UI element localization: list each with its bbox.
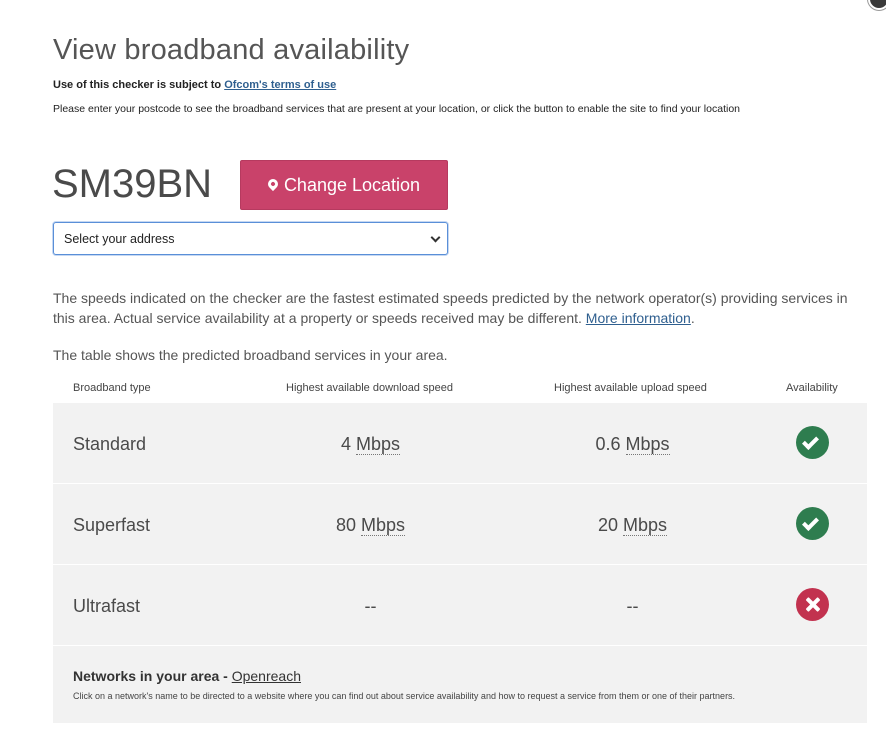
networks-section: Networks in your area - Openreach Click … [53,646,867,723]
window-corner-icon [868,0,886,10]
header-broadband-type: Broadband type [73,382,151,394]
networks-note: Click on a network's name to be directed… [73,691,736,701]
speed-disclaimer: The speeds indicated on the checker are … [53,290,848,326]
download-value: 4 [340,434,351,454]
check-circle-icon [796,426,829,459]
map-marker-icon [265,176,281,192]
table-row: Standard 4 Mbps 0.6 Mbps [53,403,867,484]
networks-heading: Networks in your area - Openreach [73,668,301,684]
networks-label: Networks in your area - [73,668,228,684]
header-upload-speed: Highest available upload speed [554,382,707,394]
upload-speed: -- [626,596,639,616]
terms-notice: Use of this checker is subject to Ofcom'… [53,79,336,91]
terms-prefix: Use of this checker is subject to [53,79,222,91]
upload-value: 20 [597,515,618,535]
header-download-speed: Highest available download speed [286,382,453,394]
download-unit: Mbps [356,434,401,455]
terms-link[interactable]: Ofcom's terms of use [224,79,336,91]
openreach-link[interactable]: Openreach [232,668,301,684]
download-value: 80 [335,515,356,535]
broadband-type: Standard [73,434,147,454]
cross-circle-icon [796,588,829,621]
postcode-display: SM39BN [52,162,213,206]
broadband-type: Ultrafast [73,596,141,616]
upload-value: 0.6 [595,434,621,454]
intro-text: Please enter your postcode to see the br… [53,103,741,115]
download-speed: -- [364,596,377,616]
download-speed: 4 Mbps [273,434,468,455]
table-row: Superfast 80 Mbps 20 Mbps [53,484,867,565]
page-title: View broadband availability [53,34,410,66]
table-row: Ultrafast -- -- [53,565,867,646]
table-header: Broadband type Highest available downloa… [53,380,867,400]
address-select[interactable]: Select your address [53,222,448,255]
download-speed: 80 Mbps [273,515,468,536]
header-availability: Availability [786,382,838,394]
more-information-link[interactable]: More information [586,310,691,326]
broadband-type: Superfast [73,515,151,535]
upload-speed: 20 Mbps [535,515,730,536]
table-intro: The table shows the predicted broadband … [53,347,448,363]
disclaimer-text: The speeds indicated on the checker are … [53,290,848,326]
download-unit: Mbps [361,515,406,536]
change-location-button[interactable]: Change Location [240,160,448,210]
upload-speed: 0.6 Mbps [535,434,730,455]
change-location-label: Change Location [283,174,421,195]
chevron-down-icon [430,232,441,243]
upload-unit: Mbps [623,515,668,536]
address-select-value: Select your address [64,231,175,246]
broadband-table: Standard 4 Mbps 0.6 Mbps Superfast 80 Mb… [53,403,867,723]
check-circle-icon [796,507,829,540]
upload-unit: Mbps [625,434,670,455]
